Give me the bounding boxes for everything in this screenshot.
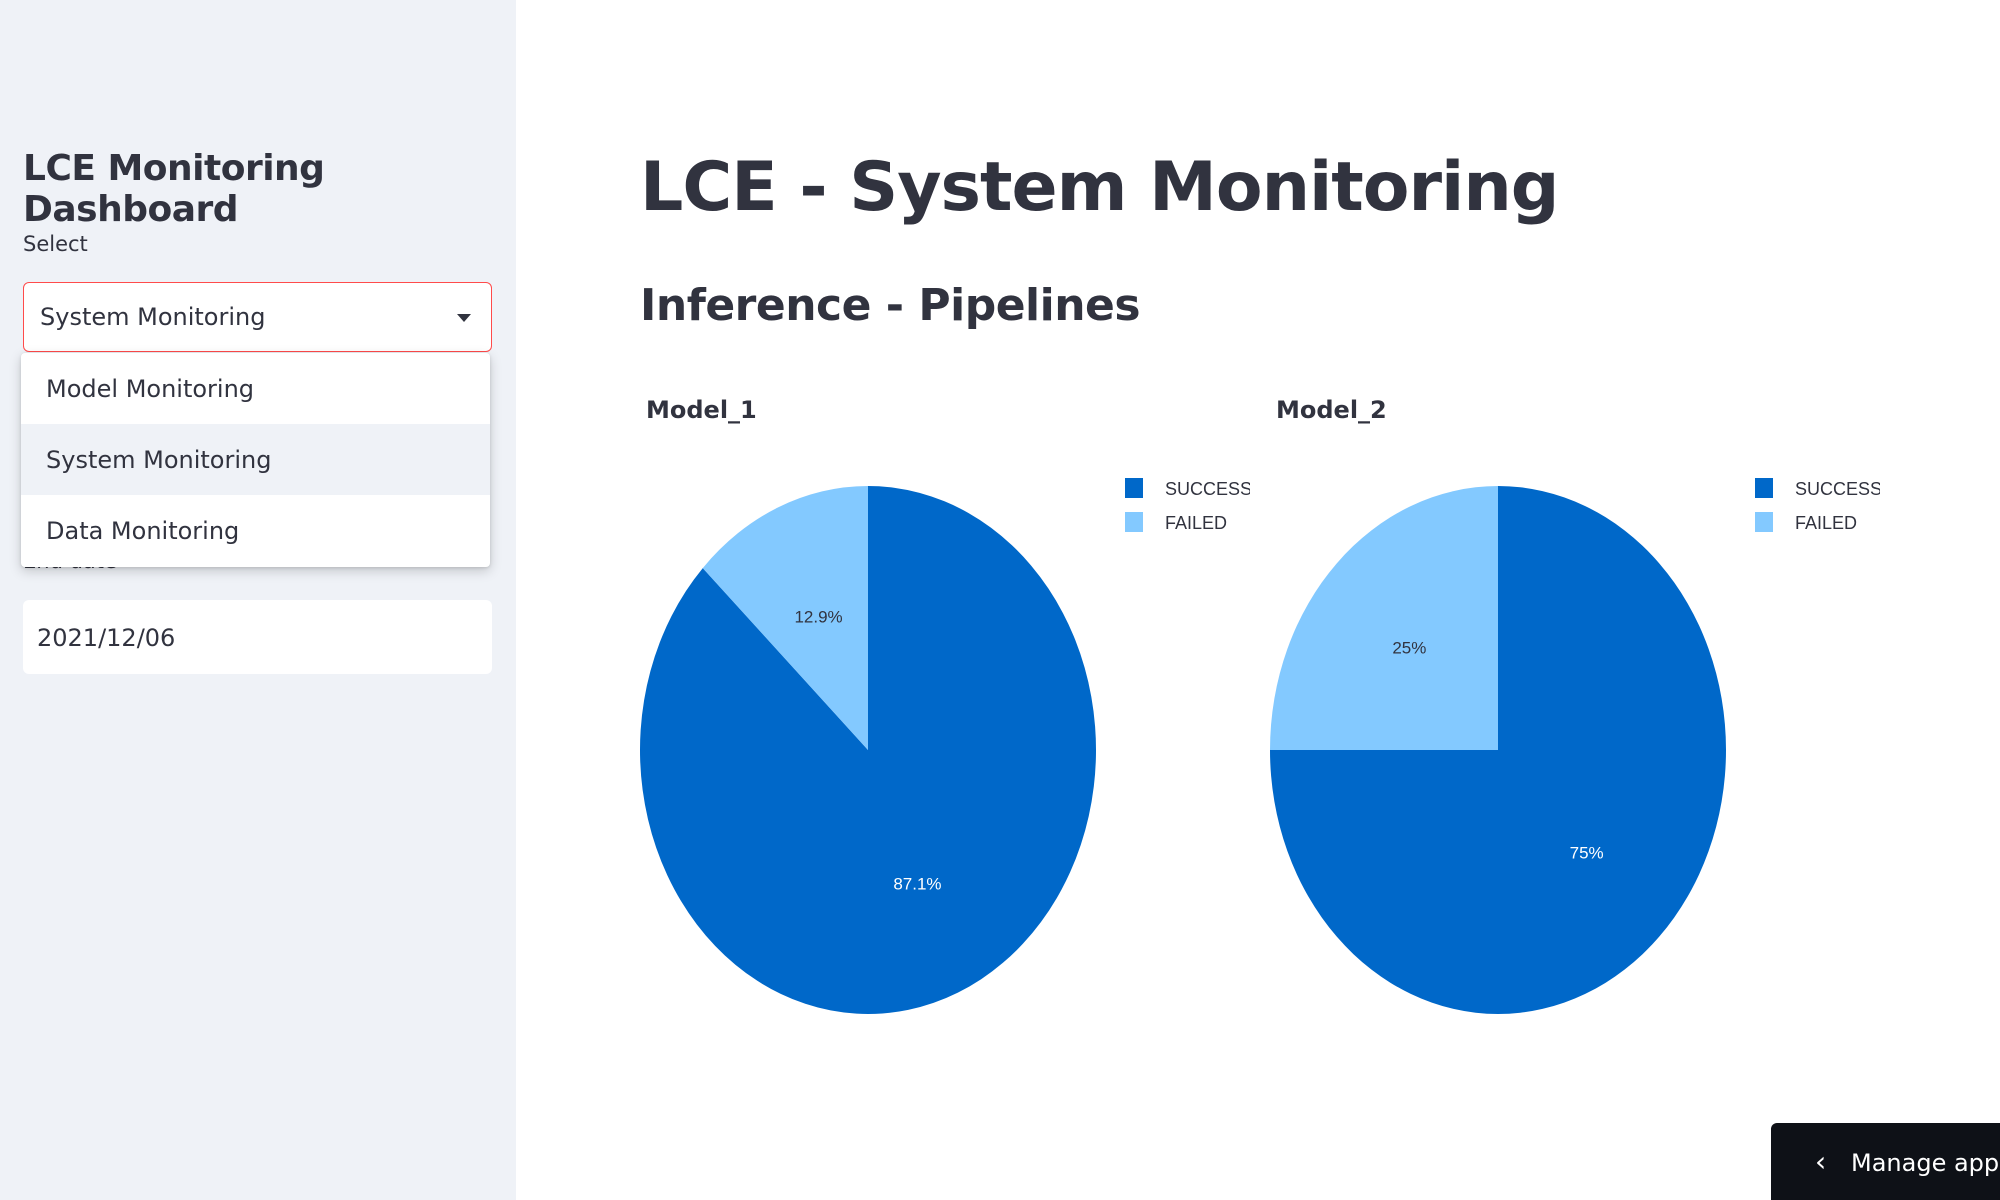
legend-swatch-success[interactable] (1125, 478, 1143, 498)
pie-data-label: 25% (1392, 638, 1426, 657)
chevron-left-icon: ‹ (1815, 1145, 1827, 1178)
manage-app-label: Manage app (1851, 1149, 2000, 1177)
page-select[interactable]: System Monitoring (23, 282, 492, 352)
section-title: Inference - Pipelines (640, 280, 1141, 331)
page-title: LCE - System Monitoring (640, 148, 1559, 227)
option-data-monitoring[interactable]: Data Monitoring (21, 495, 490, 566)
legend-swatch-success[interactable] (1755, 478, 1773, 498)
pie-slice-failed[interactable] (1270, 486, 1498, 750)
legend-label-success[interactable]: SUCCESS (1165, 479, 1250, 499)
end-date-value: 2021/12/06 (37, 624, 176, 652)
select-dropdown-menu: Model Monitoring System Monitoring Data … (21, 353, 490, 567)
legend-label-success[interactable]: SUCCESS (1795, 479, 1880, 499)
pie-chart-model-2: 75% 25% SUCCESS FAILED Model_2 (1260, 390, 1880, 1040)
chart-title: Model_1 (646, 396, 757, 424)
legend-swatch-failed[interactable] (1125, 512, 1143, 532)
pie-svg: 87.1% 12.9% SUCCESS FAILED (639, 478, 1250, 1015)
legend-swatch-failed[interactable] (1755, 512, 1773, 532)
page-select-value: System Monitoring (40, 303, 266, 331)
option-system-monitoring[interactable]: System Monitoring (21, 424, 490, 495)
pie-data-label: 87.1% (893, 874, 941, 893)
manage-app-button[interactable]: ‹ Manage app (1771, 1123, 2000, 1200)
pie-chart-model-1: 87.1% 12.9% SUCCESS FAILED Model_1 (630, 390, 1250, 1040)
sidebar: LCE Monitoring Dashboard Select System M… (0, 0, 516, 1200)
sidebar-title: LCE Monitoring Dashboard (23, 148, 325, 230)
chart-title: Model_2 (1276, 396, 1387, 424)
legend-label-failed[interactable]: FAILED (1165, 513, 1227, 533)
pie-svg: 75% 25% SUCCESS FAILED (1270, 478, 1880, 1014)
legend-label-failed[interactable]: FAILED (1795, 513, 1857, 533)
option-model-monitoring[interactable]: Model Monitoring (21, 353, 490, 424)
pie-data-label: 75% (1570, 844, 1604, 863)
end-date-input[interactable]: 2021/12/06 (23, 600, 492, 674)
caret-down-icon (457, 314, 471, 322)
select-label: Select (23, 232, 88, 256)
pie-data-label: 12.9% (794, 608, 842, 627)
